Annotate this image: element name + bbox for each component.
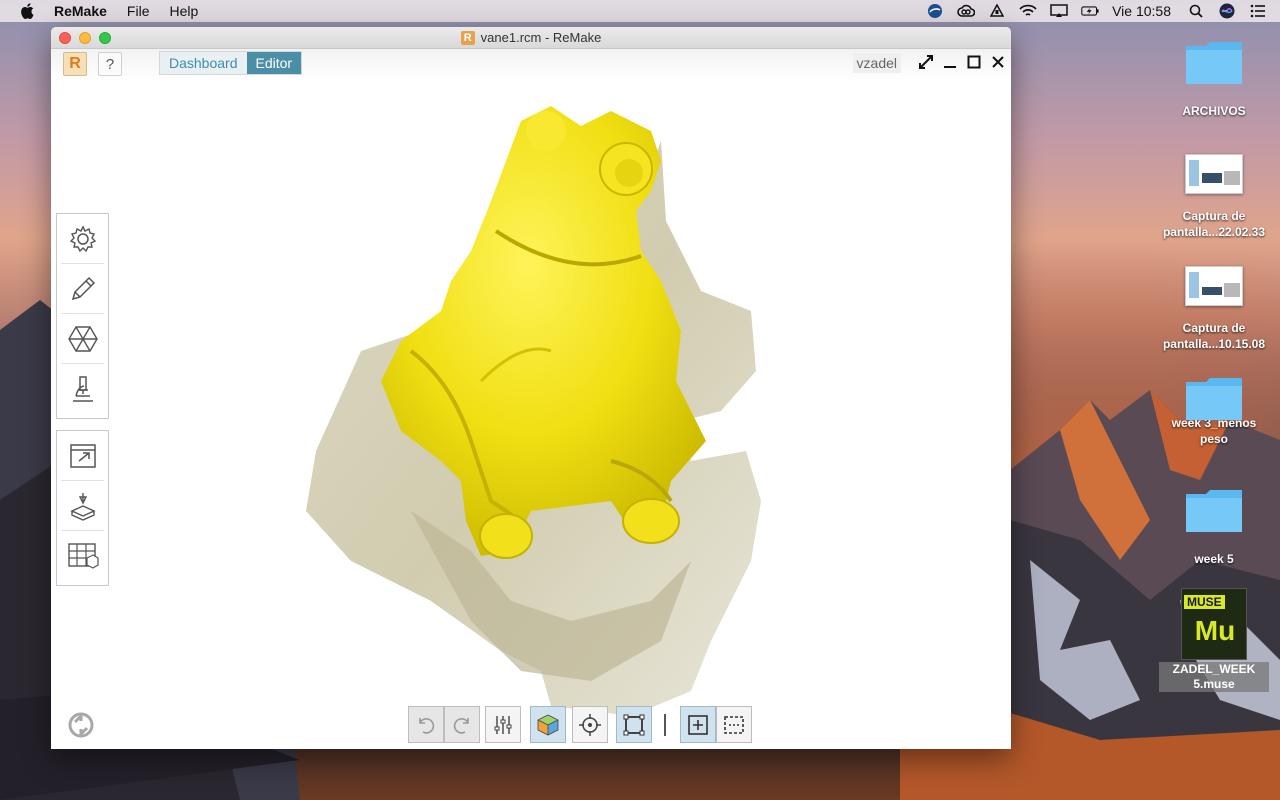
siri-icon[interactable] xyxy=(1218,3,1236,19)
menu-bar: ReMake File Help Vie 10:58 xyxy=(0,0,1280,22)
desktop-item-label: ARCHIVOS xyxy=(1182,104,1246,118)
window-titlebar[interactable]: R vane1.rcm - ReMake xyxy=(51,27,1011,49)
pencil-icon xyxy=(71,276,95,300)
sync-icon[interactable] xyxy=(67,711,95,739)
desktop-folder-week3[interactable]: week 3_menos peso xyxy=(1159,374,1269,447)
apple-icon[interactable] xyxy=(20,3,34,19)
expand-icon[interactable] xyxy=(917,53,935,71)
folder-icon xyxy=(1186,42,1242,84)
desktop-muse-file[interactable]: MUSE Mu ZADEL_WEEK 5.muse xyxy=(1159,588,1269,693)
remake-logo-icon: R xyxy=(460,30,475,45)
select-rect-icon xyxy=(724,715,744,734)
microscope-icon xyxy=(72,376,93,402)
screenshot-thumbnail-icon xyxy=(1185,154,1243,194)
folder-icon xyxy=(1186,378,1242,420)
toolbar-divider xyxy=(664,714,666,736)
desktop-screenshot-1[interactable]: Captura de pantalla...22.02.33 xyxy=(1159,154,1269,240)
adjustments-button[interactable] xyxy=(485,706,521,743)
tab-editor[interactable]: Editor xyxy=(246,52,302,74)
redo-button[interactable] xyxy=(444,706,480,743)
crosshair-icon xyxy=(579,713,601,736)
export-button[interactable] xyxy=(61,431,104,481)
muse-badge: MUSE xyxy=(1184,595,1225,609)
tool-panel-output xyxy=(56,430,109,586)
settings-icon xyxy=(69,224,96,252)
frame-button[interactable] xyxy=(616,706,652,743)
close-icon[interactable] xyxy=(989,53,1007,71)
3d-viewport[interactable] xyxy=(51,81,1011,749)
airplay-icon[interactable] xyxy=(1050,3,1068,19)
desktop-screenshot-2[interactable]: Captura de pantalla...10.15.08 xyxy=(1159,266,1269,352)
remake-window: R vane1.rcm - ReMake R ? Dashboard Edito… xyxy=(51,27,1011,749)
window-zoom-button[interactable] xyxy=(99,32,111,44)
window-close-button[interactable] xyxy=(59,32,71,44)
desktop-item-label: Captura de pantalla...10.15.08 xyxy=(1162,321,1266,351)
undo-button[interactable] xyxy=(408,706,444,743)
muse-file-icon: MUSE Mu xyxy=(1181,588,1247,660)
minimize-icon[interactable] xyxy=(941,53,959,71)
menu-file[interactable]: File xyxy=(127,3,150,19)
remake-home-button[interactable]: R xyxy=(63,52,87,76)
rect-select-button[interactable] xyxy=(716,706,752,743)
search-icon[interactable] xyxy=(1187,3,1205,19)
menu-help[interactable]: Help xyxy=(169,3,198,19)
3d-model-frog[interactable] xyxy=(51,81,1011,749)
desktop-folder-archivos[interactable]: ARCHIVOS xyxy=(1159,38,1269,119)
wifi-icon[interactable] xyxy=(1019,3,1037,19)
sliders-icon xyxy=(494,715,512,734)
cube-icon xyxy=(537,714,559,735)
fit-selection-button[interactable] xyxy=(680,706,716,743)
menu-app-name[interactable]: ReMake xyxy=(54,3,107,19)
window-minimize-button[interactable] xyxy=(79,32,91,44)
scene-table-button[interactable] xyxy=(61,531,104,581)
frame-icon xyxy=(623,714,645,735)
redo-icon xyxy=(453,717,469,734)
mesh-icon xyxy=(67,325,98,352)
fit-selection-icon xyxy=(688,714,708,735)
print-3d-icon xyxy=(69,492,96,521)
analyze-button[interactable] xyxy=(61,364,104,414)
grid-table-icon xyxy=(67,543,99,569)
folder-icon xyxy=(1186,490,1242,532)
export-icon xyxy=(69,443,96,468)
mesh-button[interactable] xyxy=(61,314,104,364)
app-status-icon[interactable] xyxy=(926,3,944,19)
desktop-item-label: ZADEL_WEEK 5.muse xyxy=(1159,662,1269,692)
notification-center-icon[interactable] xyxy=(1249,3,1267,19)
tab-dashboard[interactable]: Dashboard xyxy=(160,52,247,74)
app-toolbar: R ? Dashboard Editor vzadel xyxy=(51,49,1011,81)
help-button[interactable]: ? xyxy=(98,52,122,76)
desktop-folder-week5[interactable]: week 5 xyxy=(1159,486,1269,567)
print-3d-button[interactable] xyxy=(61,481,104,531)
settings-button[interactable] xyxy=(61,214,104,264)
menubar-clock[interactable]: Vie 10:58 xyxy=(1112,3,1171,19)
traffic-lights xyxy=(59,32,111,44)
creative-cloud-icon[interactable] xyxy=(957,3,976,19)
muse-glyph: Mu xyxy=(1194,615,1236,646)
menubar-status-area: Vie 10:58 xyxy=(926,0,1280,22)
window-title: vane1.rcm - ReMake xyxy=(480,30,602,45)
undo-icon xyxy=(419,717,435,734)
screenshot-thumbnail-icon xyxy=(1185,266,1243,306)
desktop-item-label: Captura de pantalla...22.02.33 xyxy=(1162,209,1266,239)
shaded-view-button[interactable] xyxy=(530,706,566,743)
center-view-button[interactable] xyxy=(572,706,608,743)
drive-icon[interactable] xyxy=(988,3,1006,19)
user-name[interactable]: vzadel xyxy=(852,53,901,73)
mode-tabs: Dashboard Editor xyxy=(159,51,303,75)
maximize-icon[interactable] xyxy=(965,53,983,71)
desktop-item-label: week 5 xyxy=(1194,552,1234,566)
tool-panel-primary xyxy=(56,213,109,419)
edit-button[interactable] xyxy=(61,264,104,314)
battery-icon[interactable] xyxy=(1081,3,1099,19)
